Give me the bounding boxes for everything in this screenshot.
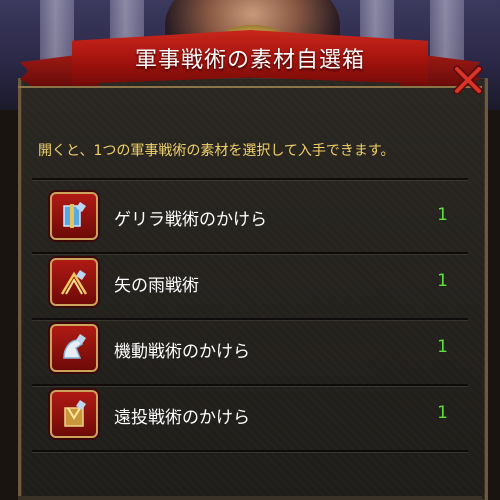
long-throw-tactic-fragment-icon	[50, 390, 98, 438]
dialog-description: 開くと、1つの軍事戦術の素材を選択して入手できます。	[38, 143, 395, 159]
item-name: ゲリラ戦術のかけら	[114, 210, 267, 230]
item-quantity: 1	[437, 271, 448, 291]
guerrilla-tactic-fragment-icon	[50, 192, 98, 240]
mobile-tactic-fragment-icon	[50, 324, 98, 372]
item-name: 遠投戦術のかけら	[114, 408, 250, 428]
list-item[interactable]: 遠投戦術のかけら 1	[46, 386, 456, 446]
arrow-rain-tactic-icon	[50, 258, 98, 306]
close-button[interactable]	[450, 62, 486, 98]
list-item[interactable]: 機動戦術のかけら 1	[46, 320, 456, 380]
list-item[interactable]: 矢の雨戦術 1	[46, 254, 456, 314]
item-quantity: 1	[437, 337, 448, 357]
divider	[32, 450, 468, 452]
list-item[interactable]: ゲリラ戦術のかけら 1	[46, 188, 456, 248]
item-quantity: 1	[437, 205, 448, 225]
divider	[32, 178, 468, 180]
panel-bottom-border	[18, 496, 482, 500]
close-icon	[453, 65, 483, 95]
item-quantity: 1	[437, 403, 448, 423]
dialog-title: 軍事戦術の素材自選箱	[134, 48, 365, 73]
item-name: 機動戦術のかけら	[114, 342, 250, 362]
item-name: 矢の雨戦術	[114, 276, 199, 296]
panel-top-border	[18, 86, 482, 88]
